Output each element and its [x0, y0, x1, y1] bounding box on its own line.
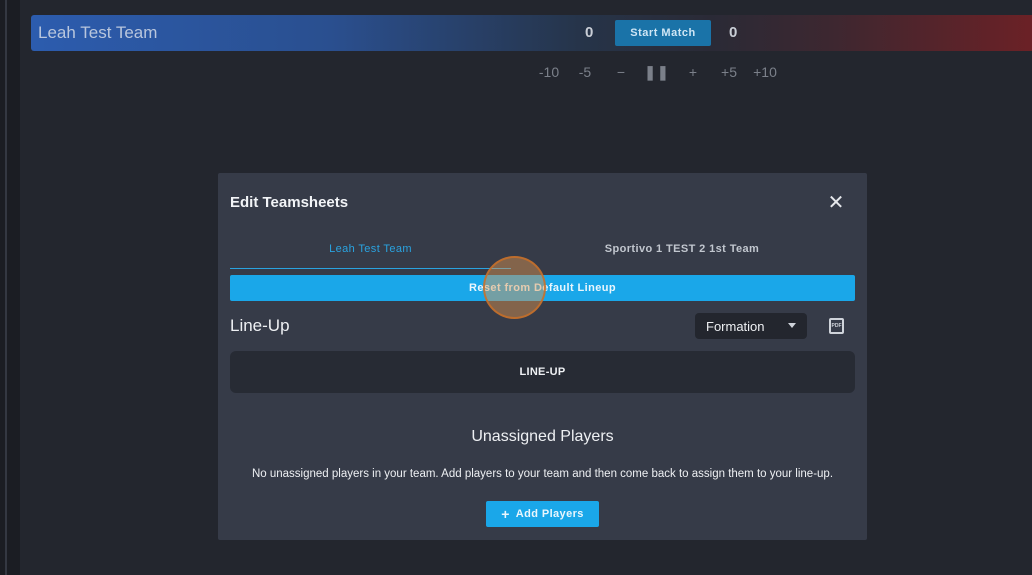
plus-10-button[interactable]: +10 — [752, 64, 778, 80]
formation-label: Formation — [706, 318, 765, 334]
tab-away-team[interactable]: Sportivo 1 TEST 2 1st Team — [542, 243, 822, 255]
minus-10-button[interactable]: -10 — [536, 64, 562, 80]
home-team-name: Leah Test Team — [38, 23, 158, 42]
edit-teamsheets-modal: Edit Teamsheets ✕ Leah Test Team Sportiv… — [218, 173, 867, 540]
tab-home-team[interactable]: Leah Test Team — [230, 243, 511, 255]
plus-1-button[interactable]: + — [680, 64, 706, 80]
chevron-down-icon — [788, 323, 796, 328]
click-indicator — [483, 256, 546, 319]
start-match-button[interactable]: Start Match — [615, 20, 711, 46]
unassigned-players-heading: Unassigned Players — [471, 428, 614, 445]
time-controls: -10 -5 − ❚❚ + +5 +10 — [536, 63, 788, 81]
plus-5-button[interactable]: +5 — [716, 64, 742, 80]
pause-button[interactable]: ❚❚ — [644, 64, 670, 81]
add-players-label: Add Players — [515, 508, 584, 520]
minus-1-button[interactable]: − — [608, 64, 634, 80]
home-score: 0 — [585, 24, 594, 41]
plus-icon: + — [501, 506, 510, 522]
minus-5-button[interactable]: -5 — [572, 64, 598, 80]
active-tab-underline — [230, 268, 511, 269]
lineup-box: LINE-UP — [230, 351, 855, 393]
away-score: 0 — [729, 24, 738, 41]
modal-title: Edit Teamsheets — [230, 194, 349, 211]
pdf-icon[interactable]: PDF — [829, 318, 844, 334]
formation-dropdown[interactable]: Formation — [695, 313, 807, 339]
scoreboard-bar: Leah Test Team 0 Start Match 0 — [31, 15, 1032, 51]
add-players-button[interactable]: + Add Players — [486, 501, 599, 527]
lineup-heading: Line-Up — [230, 316, 290, 335]
unassigned-players-message: No unassigned players in your team. Add … — [251, 468, 834, 480]
close-icon[interactable]: ✕ — [827, 193, 845, 213]
left-sidebar-strip — [0, 0, 20, 575]
